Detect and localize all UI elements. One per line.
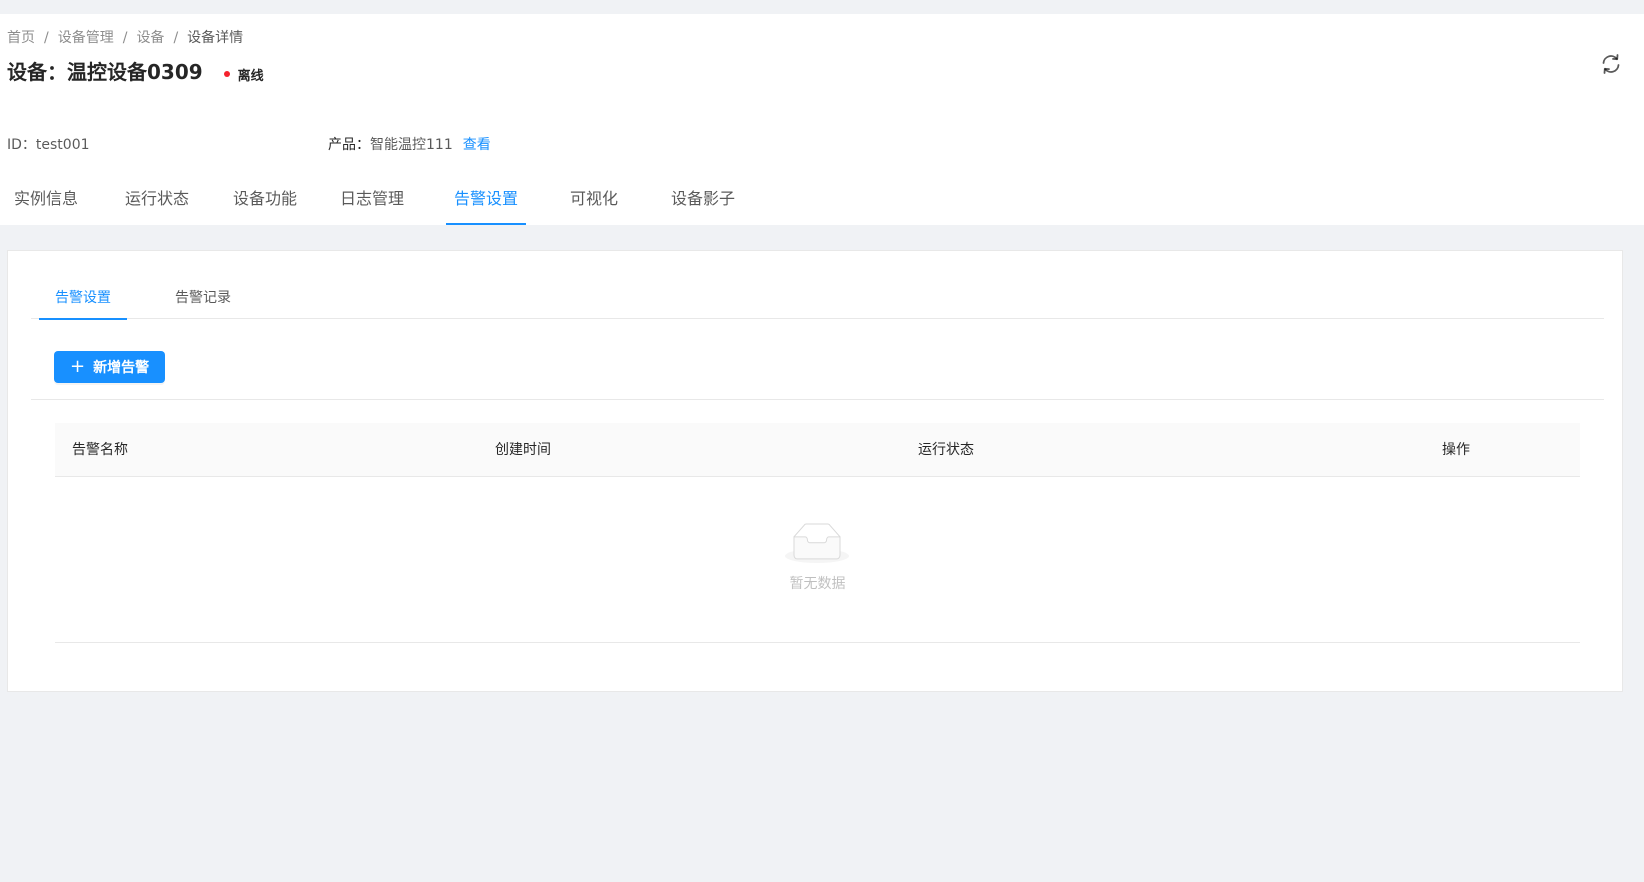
view-product-link[interactable]: 查看 — [463, 134, 491, 156]
breadcrumb-device-management[interactable]: 设备管理 — [58, 27, 114, 49]
column-header-1: 创建时间 — [495, 442, 551, 458]
tab-3[interactable]: 日志管理 — [332, 184, 412, 225]
page: 首页 / 设备管理 / 设备 / 设备详情 设备：温控设备0309 离线 ID：… — [0, 0, 1644, 882]
page-header: 首页 / 设备管理 / 设备 / 设备详情 设备：温控设备0309 离线 ID：… — [0, 14, 1644, 225]
breadcrumb-home[interactable]: 首页 — [7, 27, 35, 49]
column-header-0: 告警名称 — [72, 442, 128, 458]
breadcrumb-device[interactable]: 设备 — [136, 27, 164, 49]
table-empty: 暂无数据 — [55, 477, 1580, 643]
breadcrumb-device-detail: 设备详情 — [187, 30, 244, 46]
tab-5[interactable]: 可视化 — [562, 184, 626, 225]
device-product: 产品： 智能温控111 查看 — [328, 134, 491, 156]
tab-6[interactable]: 设备影子 — [663, 184, 743, 225]
alarm-table: 告警名称 创建时间 运行状态 操作 暂无数据 — [55, 423, 1580, 643]
breadcrumb-separator: / — [173, 30, 179, 46]
refresh-icon[interactable] — [1599, 52, 1623, 76]
alarm-card: 告警设置 告警记录 + 新增告警 告警名称 创建时间 运行状态 操作 暂无数据 — [7, 250, 1623, 692]
breadcrumb-separator: / — [122, 30, 128, 46]
status-dot — [223, 71, 230, 77]
breadcrumb: 首页 / 设备管理 / 设备 / 设备详情 — [7, 27, 243, 49]
device-id: ID：test001 — [7, 137, 90, 153]
page-title: 设备：温控设备0309 — [7, 60, 203, 84]
tab-0[interactable]: 实例信息 — [6, 184, 86, 225]
alarm-toolbar: + 新增告警 — [31, 319, 1604, 400]
column-header-2: 运行状态 — [918, 442, 974, 458]
product-value: 智能温控111 — [370, 137, 453, 153]
tab-1[interactable]: 运行状态 — [117, 184, 197, 225]
status-badge: 离线 — [223, 65, 264, 84]
table-header: 告警名称 创建时间 运行状态 操作 — [55, 423, 1580, 477]
plus-icon: + — [70, 356, 86, 377]
status-text: 离线 — [237, 68, 264, 84]
add-alarm-button[interactable]: + 新增告警 — [54, 351, 166, 383]
subtab-1[interactable]: 告警记录 — [175, 287, 231, 319]
empty-text: 暂无数据 — [789, 576, 846, 592]
subtab-0[interactable]: 告警设置 — [39, 287, 127, 320]
title-row: 设备：温控设备0309 离线 — [7, 58, 264, 86]
column-header-3: 操作 — [1442, 442, 1470, 458]
breadcrumb-separator: / — [44, 30, 49, 46]
alarm-subtabs: 告警设置 告警记录 — [31, 251, 1604, 320]
inbox-icon — [785, 523, 849, 563]
add-alarm-label: 新增告警 — [93, 360, 150, 376]
product-label: 产品： — [328, 137, 370, 153]
tab-4[interactable]: 告警设置 — [446, 184, 527, 225]
tab-2[interactable]: 设备功能 — [225, 184, 305, 225]
